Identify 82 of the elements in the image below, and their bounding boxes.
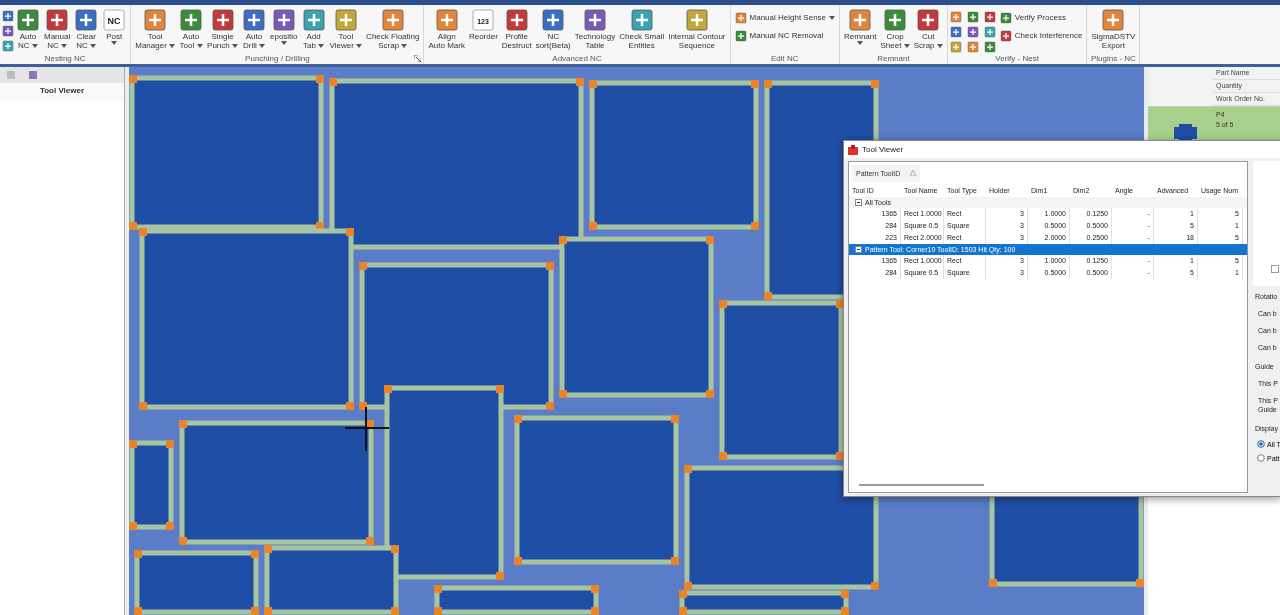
ribbon-button[interactable]: NC sort(Beta) [533,7,573,50]
launcher-icon[interactable] [414,55,422,62]
ribbon-button[interactable]: Auto Tool [177,7,206,50]
command-icon [949,10,962,23]
command-icon [143,7,168,32]
command-icon [983,40,996,53]
command-icon [504,7,529,32]
command-icon [179,7,204,32]
command-icon [916,7,941,32]
ribbon-button[interactable]: epositio [268,7,300,45]
command-icon [45,7,70,32]
command-icon [380,7,405,32]
sort-icon [910,170,917,176]
part-thumbnail-icon [1174,124,1197,142]
ribbon-button[interactable]: Check Floating Scrap [364,7,422,50]
ribbon-button[interactable]: Single Punch [205,7,240,50]
command-icon [949,40,962,53]
command-icon [210,7,235,32]
ribbon-button[interactable]: Profile Destruct [499,7,534,50]
command-icon [999,29,1012,42]
collapse-icon[interactable] [855,199,862,206]
command-icon [301,7,326,32]
dialog-title: Tool Viewer [862,145,904,154]
icon-label: NC [107,15,121,26]
ribbon-button[interactable]: Auto Drill [240,7,268,50]
app-icon [848,144,858,155]
panel-title: Tool Viewer [0,83,124,101]
command-icon [983,10,996,23]
command-icon [966,25,979,38]
command-icon [734,11,747,24]
command-icon [16,7,40,32]
ribbon-button[interactable]: Check Small Entities [617,7,667,50]
ribbon-button[interactable]: Auto NC [14,7,42,50]
ribbon-button[interactable]: Manual NC Removal [732,29,838,42]
command-icon [271,7,296,32]
group-label: Verify - Nest [995,53,1039,64]
ribbon-button[interactable]: Align Auto Mark [426,7,467,50]
ribbon-button[interactable]: Crop Sheet [878,7,912,50]
command-icon [848,7,873,32]
ribbon-button[interactable]: Remnant [842,7,879,45]
command-icon [629,7,654,32]
group-label: Edit NC [771,53,799,64]
ribbon-button[interactable]: Manual Height Sense [732,11,838,24]
ribbon-button[interactable]: Add Tab [299,7,328,50]
checkbox[interactable] [1271,265,1279,273]
ribbon-button[interactable]: Internal Contour Sequence [666,7,728,50]
command-icon [583,7,607,32]
group-label: Remnant [877,53,910,64]
command-icon [242,7,266,32]
ribbon-button[interactable]: Technology Table [572,7,618,50]
command-icon [74,7,99,32]
group-label: Plugins - NC [1090,53,1136,64]
ribbon-button[interactable]: Check Interference [997,29,1085,42]
collapse-icon[interactable] [855,246,862,253]
radio-icon[interactable] [1257,454,1265,462]
crosshair-cursor-icon [344,406,390,452]
command-icon [983,25,996,38]
ribbon-button[interactable]: Tool Manager [133,7,178,50]
ribbon-button[interactable]: NC Post [100,7,129,45]
group-label: Advanced NC [552,53,602,64]
ribbon-button[interactable]: Clear NC [72,7,101,50]
ribbon-button[interactable]: SigmaDSTV Export [1089,7,1138,50]
radio-icon[interactable] [1257,440,1265,448]
command-icon [949,25,962,38]
command-icon [999,11,1012,24]
command-icon [541,7,566,32]
scrollbar-thumb[interactable] [859,484,984,486]
ribbon-button[interactable]: Cut Scrap [911,7,945,50]
group-label: Punching / Drilling [245,53,310,64]
ribbon-button[interactable]: Manual NC [42,7,73,50]
group-label: Nesting NC [44,53,86,64]
command-icon [684,7,709,32]
command-icon [966,10,979,23]
command-icon [333,7,358,32]
command-icon [734,29,747,42]
command-icon [1101,7,1126,32]
command-icon [966,40,979,53]
ribbon-button[interactable]: Tool Viewer [327,7,365,50]
panel-tab-icon[interactable] [28,70,38,80]
command-icon [434,7,459,32]
command-icon [883,7,908,32]
ribbon-button[interactable]: Verify Process [997,11,1085,24]
